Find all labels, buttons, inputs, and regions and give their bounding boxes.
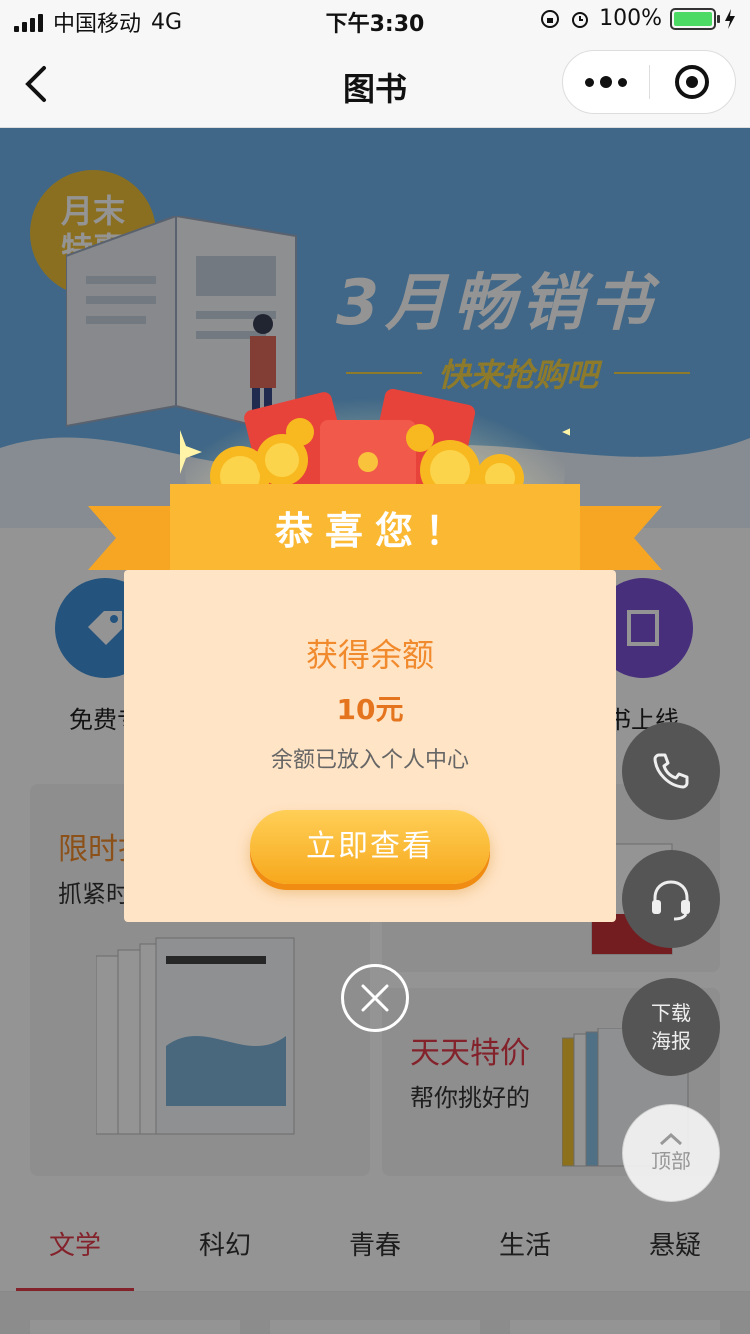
- target-circle-icon[interactable]: [650, 51, 736, 113]
- back-to-top-button[interactable]: 顶部: [622, 1104, 720, 1202]
- poster-label-2: 海报: [651, 1029, 691, 1053]
- charging-icon: [725, 8, 735, 29]
- view-now-button[interactable]: 立即查看: [250, 810, 490, 884]
- phone-icon: [653, 753, 689, 789]
- phone-button[interactable]: [622, 722, 720, 820]
- close-popup-button[interactable]: [341, 964, 409, 1032]
- close-icon: [361, 984, 389, 1012]
- popup-header: 恭喜您！: [274, 509, 475, 553]
- chevron-up-icon: [659, 1132, 683, 1146]
- alarm-icon: [572, 11, 589, 28]
- red-envelope-coins-illustration: [180, 350, 570, 500]
- poster-label-1: 下载: [651, 1001, 691, 1025]
- more-dots-icon[interactable]: [563, 51, 649, 113]
- battery-percent: 100%: [599, 6, 662, 31]
- reward-popup: 获得余额 10元 余额已放入个人中心 立即查看: [124, 570, 616, 922]
- status-bar: 中国移动 4G 下午3:30 100%: [0, 0, 750, 40]
- headset-icon: [652, 880, 690, 921]
- battery-icon: [670, 7, 720, 30]
- mini-program-capsule: [562, 50, 736, 114]
- popup-title: 获得余额: [305, 636, 434, 674]
- rotation-lock-icon: [541, 9, 560, 28]
- top-label: 顶部: [651, 1149, 691, 1173]
- popup-amount: 10元: [336, 693, 404, 726]
- popup-description: 余额已放入个人中心: [270, 748, 469, 773]
- nav-bar: 图书: [0, 40, 750, 128]
- customer-service-button[interactable]: [622, 850, 720, 948]
- download-poster-button[interactable]: 下载 海报: [622, 978, 720, 1076]
